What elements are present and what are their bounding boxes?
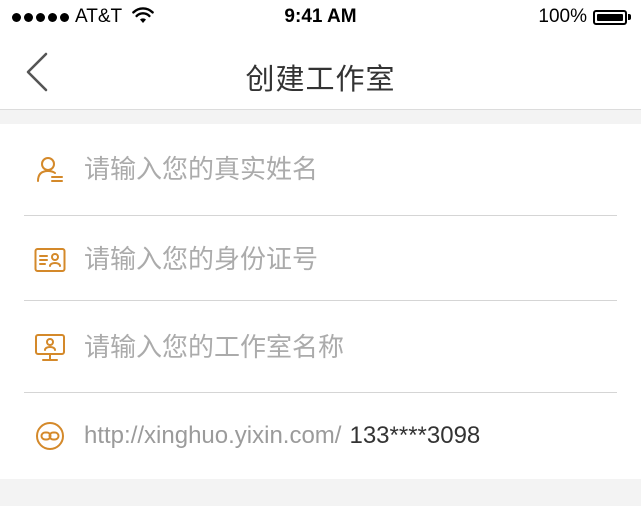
status-bar: AT&T 9:41 AM 100% <box>0 0 641 36</box>
page-title: 创建工作室 <box>245 62 396 96</box>
id-row <box>24 240 617 280</box>
link-phone-value: 133****3098 <box>349 422 481 449</box>
person-icon <box>33 153 67 187</box>
navigation-bar: 创建工作室 <box>0 36 641 110</box>
link-row: http://xinghuo.yixin.com/ 133****3098 <box>24 416 617 456</box>
monitor-user-icon <box>33 331 67 365</box>
name-row <box>24 150 617 190</box>
battery-icon <box>593 9 627 25</box>
studio-row <box>24 328 617 368</box>
link-icon <box>33 419 67 453</box>
link-prefix: http://xinghuo.yixin.com/ <box>84 422 342 449</box>
divider <box>24 215 617 216</box>
divider <box>24 300 617 301</box>
divider <box>24 392 617 393</box>
real-name-input[interactable] <box>84 155 564 185</box>
battery-cap <box>628 14 631 20</box>
id-card-icon <box>33 243 67 277</box>
status-right: 100% <box>538 6 631 28</box>
studio-form: http://xinghuo.yixin.com/ 133****3098 <box>0 124 641 479</box>
id-number-input[interactable] <box>84 245 564 275</box>
studio-name-input[interactable] <box>84 333 564 363</box>
battery-percentage: 100% <box>538 6 587 27</box>
